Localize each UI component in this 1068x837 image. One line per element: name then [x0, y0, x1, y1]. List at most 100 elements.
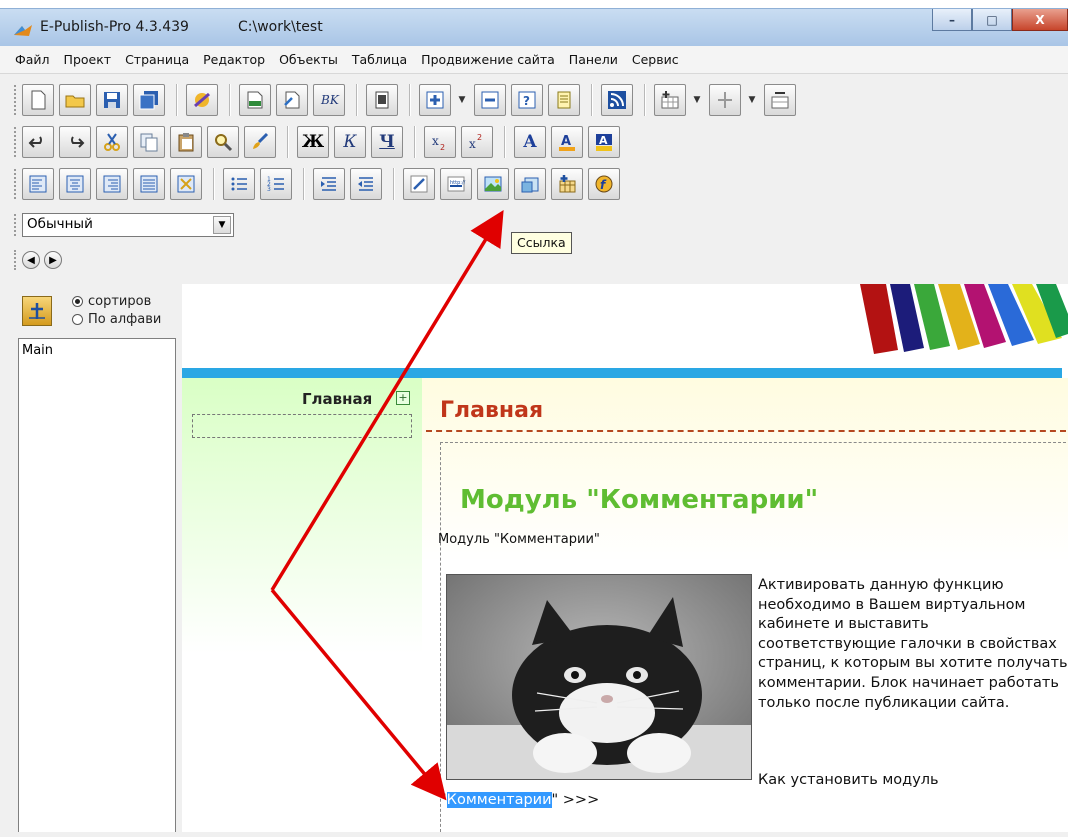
- toolbar-grip[interactable]: [14, 127, 18, 157]
- copy-icon: [140, 133, 158, 152]
- toolbar-grip[interactable]: [14, 169, 18, 199]
- table-row-button[interactable]: [764, 84, 796, 116]
- align-right-button[interactable]: [96, 168, 128, 200]
- menu-file[interactable]: Файл: [8, 52, 57, 67]
- bold-button[interactable]: Ж: [297, 126, 329, 158]
- toolbar-grip[interactable]: [14, 250, 18, 270]
- help-button[interactable]: ?: [511, 84, 543, 116]
- spellcheck-button[interactable]: BK: [313, 84, 345, 116]
- menu-objects[interactable]: Объекты: [272, 52, 345, 67]
- insert-object-button[interactable]: [514, 168, 546, 200]
- menu-seo[interactable]: Продвижение сайта: [414, 52, 562, 67]
- chevron-down-icon[interactable]: ▼: [213, 216, 231, 234]
- highlight-button[interactable]: A: [588, 126, 620, 158]
- remove-page-button[interactable]: [474, 84, 506, 116]
- paste-button[interactable]: [170, 126, 202, 158]
- open-button[interactable]: [59, 84, 91, 116]
- edit-button[interactable]: [403, 168, 435, 200]
- html-button[interactable]: [239, 84, 271, 116]
- export-button[interactable]: [276, 84, 308, 116]
- paragraph-style-select[interactable]: Обычный ▼: [22, 213, 234, 237]
- editor-canvas[interactable]: Главная + Главная Модуль "Комментарии" М…: [182, 284, 1068, 837]
- maximize-button[interactable]: □: [972, 9, 1012, 31]
- menu-table[interactable]: Таблица: [345, 52, 414, 67]
- wizard-icon: [194, 92, 210, 108]
- sort-alpha-radio[interactable]: По алфави: [72, 312, 161, 327]
- window-title: E-Publish-Pro 4.3.439: [40, 19, 189, 35]
- numbered-list-button[interactable]: 123: [260, 168, 292, 200]
- toolbar-grip[interactable]: [14, 214, 18, 236]
- align-left-button[interactable]: [22, 168, 54, 200]
- font-button[interactable]: A: [514, 126, 546, 158]
- arrow-left-icon: ◀: [27, 254, 35, 266]
- new-page-button[interactable]: [22, 84, 54, 116]
- forward-button[interactable]: ▶: [44, 251, 62, 269]
- window-path: C:\work\test: [238, 19, 323, 35]
- find-button[interactable]: [207, 126, 239, 158]
- radio-selected-icon: [72, 296, 83, 307]
- sort-button[interactable]: [22, 296, 52, 326]
- add-page-dropdown[interactable]: ▼: [456, 84, 468, 116]
- table-column-button[interactable]: [709, 84, 741, 116]
- radio-label: По алфави: [88, 312, 162, 327]
- subscript-icon: x2: [432, 134, 445, 152]
- app-window: E-Publish-Pro 4.3.439 C:\work\test – □ X…: [0, 0, 1068, 837]
- selected-comments-text[interactable]: Комментарии: [446, 792, 552, 808]
- close-button[interactable]: X: [1012, 9, 1068, 31]
- font-color-button[interactable]: A: [551, 126, 583, 158]
- kitten-photo[interactable]: [446, 574, 752, 780]
- save-all-button[interactable]: [133, 84, 165, 116]
- page-tree[interactable]: Main: [18, 338, 176, 837]
- menu-page[interactable]: Страница: [118, 52, 196, 67]
- html-icon: [247, 91, 263, 109]
- align-center-button[interactable]: [59, 168, 91, 200]
- cut-button[interactable]: [96, 126, 128, 158]
- flash-button[interactable]: f: [588, 168, 620, 200]
- save-button[interactable]: [96, 84, 128, 116]
- indent-button[interactable]: [313, 168, 345, 200]
- superscript-button[interactable]: x2: [461, 126, 493, 158]
- back-button[interactable]: ◀: [22, 251, 40, 269]
- minimize-button[interactable]: –: [932, 9, 972, 31]
- toolbar-separator: [504, 126, 506, 158]
- table-insert-button[interactable]: [654, 84, 686, 116]
- insert-table-button[interactable]: [551, 168, 583, 200]
- align-justify-button[interactable]: [133, 168, 165, 200]
- nav-item-main[interactable]: Главная: [302, 390, 372, 408]
- pencils-banner-image: [860, 284, 1068, 354]
- page-title: Главная: [440, 398, 544, 423]
- expand-icon[interactable]: +: [396, 391, 410, 405]
- paste-icon: [178, 133, 194, 152]
- install-module-link[interactable]: Как установить модуль: [758, 772, 939, 788]
- redo-button[interactable]: [59, 126, 91, 158]
- menu-panels[interactable]: Панели: [562, 52, 625, 67]
- format-brush-button[interactable]: [244, 126, 276, 158]
- comments-link-row: "Комментарии" >>>: [440, 792, 599, 808]
- tree-item-main[interactable]: Main: [22, 343, 172, 358]
- sort-custom-radio[interactable]: сортиров: [72, 294, 151, 309]
- add-page-button[interactable]: [419, 84, 451, 116]
- preview-button[interactable]: [366, 84, 398, 116]
- italic-button[interactable]: К: [334, 126, 366, 158]
- undo-button[interactable]: [22, 126, 54, 158]
- subscript-button[interactable]: x2: [424, 126, 456, 158]
- style-row: Обычный ▼: [14, 210, 234, 240]
- info-button[interactable]: [548, 84, 580, 116]
- table-insert-dropdown[interactable]: ▼: [691, 84, 703, 116]
- copy-button[interactable]: [133, 126, 165, 158]
- menu-editor[interactable]: Редактор: [196, 52, 272, 67]
- wizard-button[interactable]: [186, 84, 218, 116]
- image-icon: [484, 176, 502, 192]
- empty-block-placeholder[interactable]: [192, 414, 412, 438]
- bullet-list-button[interactable]: [223, 168, 255, 200]
- toolbar-grip[interactable]: [14, 85, 18, 115]
- insert-link-button[interactable]: http://: [440, 168, 472, 200]
- rss-button[interactable]: [601, 84, 633, 116]
- menu-service[interactable]: Сервис: [625, 52, 686, 67]
- insert-image-button[interactable]: [477, 168, 509, 200]
- table-column-dropdown[interactable]: ▼: [746, 84, 758, 116]
- outdent-button[interactable]: [350, 168, 382, 200]
- menu-project[interactable]: Проект: [57, 52, 119, 67]
- underline-button[interactable]: Ч: [371, 126, 403, 158]
- clear-format-button[interactable]: [170, 168, 202, 200]
